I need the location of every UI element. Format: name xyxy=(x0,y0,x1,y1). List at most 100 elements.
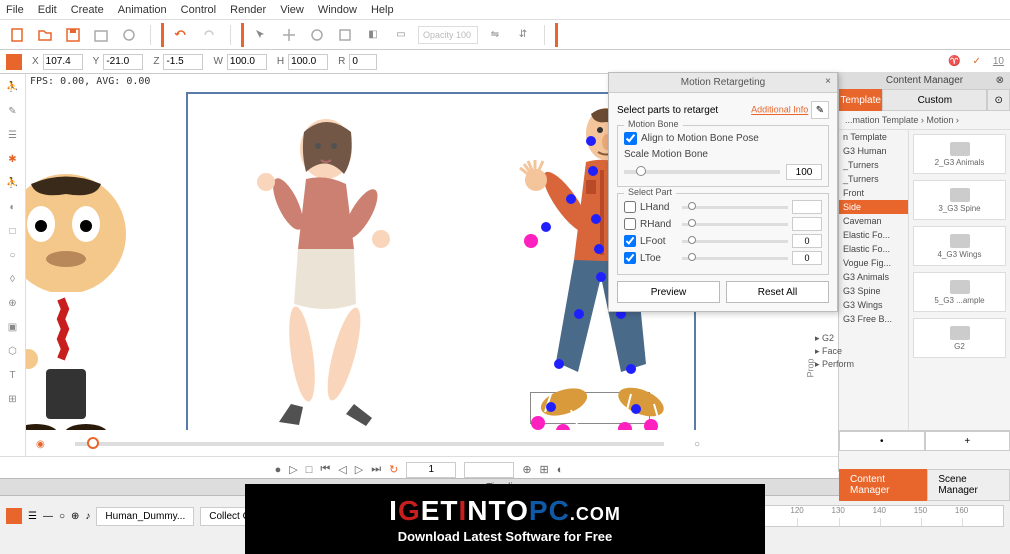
bone-icon[interactable]: ✱ xyxy=(4,150,22,168)
opacity-field[interactable]: Opacity 100 xyxy=(418,26,478,44)
bone-joint[interactable] xyxy=(574,309,584,319)
menu-create[interactable]: Create xyxy=(71,4,104,16)
ruler-icon[interactable]: 10 xyxy=(993,56,1004,67)
stop-icon[interactable]: □ xyxy=(306,464,313,476)
bone-end[interactable] xyxy=(524,234,538,248)
part-checkbox[interactable] xyxy=(624,235,636,247)
frame-start-input[interactable] xyxy=(406,462,456,478)
slider-thumb[interactable] xyxy=(87,437,99,449)
play-icon[interactable]: ▷ xyxy=(289,463,297,476)
tool-icon[interactable]: ▭ xyxy=(390,24,412,46)
folder-item[interactable]: 2_G3 Animals xyxy=(913,134,1006,174)
flip-v-icon[interactable]: ⇵ xyxy=(512,24,534,46)
part-thumb[interactable] xyxy=(688,219,696,227)
bone-joint[interactable] xyxy=(594,244,604,254)
tool-icon[interactable]: ⊕ xyxy=(4,294,22,312)
bone-joint[interactable] xyxy=(588,166,598,176)
timeline-icon[interactable]: ♪ xyxy=(85,511,90,522)
part-checkbox[interactable] xyxy=(624,218,636,230)
slider-end-icon[interactable]: ○ xyxy=(694,439,700,450)
tool-icon[interactable]: ◧ xyxy=(362,24,384,46)
menu-control[interactable]: Control xyxy=(181,4,216,16)
footer-tab-scene[interactable]: Scene Manager xyxy=(927,469,1010,501)
tool-icon[interactable]: ▣ xyxy=(4,318,22,336)
tool-icon[interactable]: □ xyxy=(4,222,22,240)
edit-icon[interactable]: ✎ xyxy=(811,101,829,119)
check-icon[interactable]: ✓ xyxy=(972,56,980,67)
part-value-input[interactable] xyxy=(792,217,822,231)
preview-button[interactable]: Preview xyxy=(617,281,720,303)
tree-item[interactable]: Vogue Fig... xyxy=(839,256,908,270)
select-icon[interactable] xyxy=(250,24,272,46)
bone-joint[interactable] xyxy=(541,222,551,232)
additional-info-link[interactable]: Additional Info xyxy=(751,105,808,115)
undo-icon[interactable] xyxy=(170,24,192,46)
z-input[interactable] xyxy=(163,54,203,70)
time-slider[interactable] xyxy=(75,442,664,446)
folder-item[interactable]: 3_G3 Spine xyxy=(913,180,1006,220)
folder-item[interactable]: 5_G3 ...ample xyxy=(913,272,1006,312)
extra-icon[interactable]: ⊞ xyxy=(540,463,549,476)
reset-all-button[interactable]: Reset All xyxy=(726,281,829,303)
bone-joint[interactable] xyxy=(554,359,564,369)
scale-slider[interactable] xyxy=(624,170,780,174)
flip-h-icon[interactable]: ⇋ xyxy=(484,24,506,46)
tab-template[interactable]: Template xyxy=(839,89,882,111)
menu-render[interactable]: Render xyxy=(230,4,266,16)
redo-icon[interactable] xyxy=(198,24,220,46)
part-value-input[interactable] xyxy=(792,251,822,265)
grid-more-button[interactable]: + xyxy=(925,431,1010,451)
folder-item[interactable]: 4_G3 Wings xyxy=(913,226,1006,266)
record-icon[interactable]: ● xyxy=(275,464,282,476)
menu-view[interactable]: View xyxy=(280,4,304,16)
tree-item[interactable]: G3 Free B... xyxy=(839,312,908,326)
tree-item[interactable]: Front xyxy=(839,186,908,200)
bone-joint[interactable] xyxy=(631,404,641,414)
part-checkbox[interactable] xyxy=(624,252,636,264)
menu-animation[interactable]: Animation xyxy=(118,4,167,16)
settings-icon[interactable] xyxy=(118,24,140,46)
character-woman[interactable] xyxy=(206,104,406,464)
tool-icon[interactable]: ⊞ xyxy=(4,390,22,408)
menu-edit[interactable]: Edit xyxy=(38,4,57,16)
tree-item[interactable]: _Turners xyxy=(839,158,908,172)
part-value-input[interactable] xyxy=(792,234,822,248)
skip-start-icon[interactable]: ⏮ xyxy=(320,463,330,476)
tree-item[interactable]: n Template xyxy=(839,130,908,144)
skip-end-icon[interactable]: ⏭ xyxy=(371,463,381,476)
align-checkbox[interactable] xyxy=(624,132,637,145)
next-frame-icon[interactable]: ▷ xyxy=(355,463,363,476)
part-slider[interactable] xyxy=(682,206,788,209)
actor-icon[interactable]: ⛹ xyxy=(4,78,22,96)
tool-icon[interactable]: ◊ xyxy=(4,270,22,288)
part-slider[interactable] xyxy=(682,223,788,226)
folder-item[interactable]: G2 xyxy=(913,318,1006,358)
open-file-icon[interactable] xyxy=(34,24,56,46)
x-input[interactable] xyxy=(43,54,83,70)
grid-less-button[interactable]: • xyxy=(839,431,925,451)
tab-custom[interactable]: Custom xyxy=(882,89,987,111)
menu-file[interactable]: File xyxy=(6,4,24,16)
rotate-icon[interactable] xyxy=(306,24,328,46)
loop-icon[interactable]: ↻ xyxy=(389,463,398,476)
tool-icon[interactable]: T xyxy=(4,366,22,384)
tab-more[interactable]: ⊙ xyxy=(987,89,1010,111)
character-boy[interactable] xyxy=(26,164,166,464)
menu-window[interactable]: Window xyxy=(318,4,357,16)
y-input[interactable] xyxy=(103,54,143,70)
slider-start-icon[interactable]: ◉ xyxy=(36,439,45,450)
new-file-icon[interactable] xyxy=(6,24,28,46)
extra-icon[interactable]: ◐ xyxy=(557,464,564,476)
tree-item[interactable]: Caveman xyxy=(839,214,908,228)
bone-end[interactable] xyxy=(531,416,545,430)
tree-item[interactable]: Elastic Fo... xyxy=(839,228,908,242)
timeline-icon[interactable]: — xyxy=(43,511,53,522)
tree-item[interactable]: ▸ G2 xyxy=(815,332,854,345)
tool-icon[interactable]: ○ xyxy=(4,246,22,264)
h-input[interactable] xyxy=(288,54,328,70)
bone-joint[interactable] xyxy=(546,402,556,412)
tree-item[interactable]: _Turners xyxy=(839,172,908,186)
grid-icon[interactable] xyxy=(6,54,22,70)
w-input[interactable] xyxy=(227,54,267,70)
track-name[interactable]: Human_Dummy... xyxy=(96,507,194,526)
